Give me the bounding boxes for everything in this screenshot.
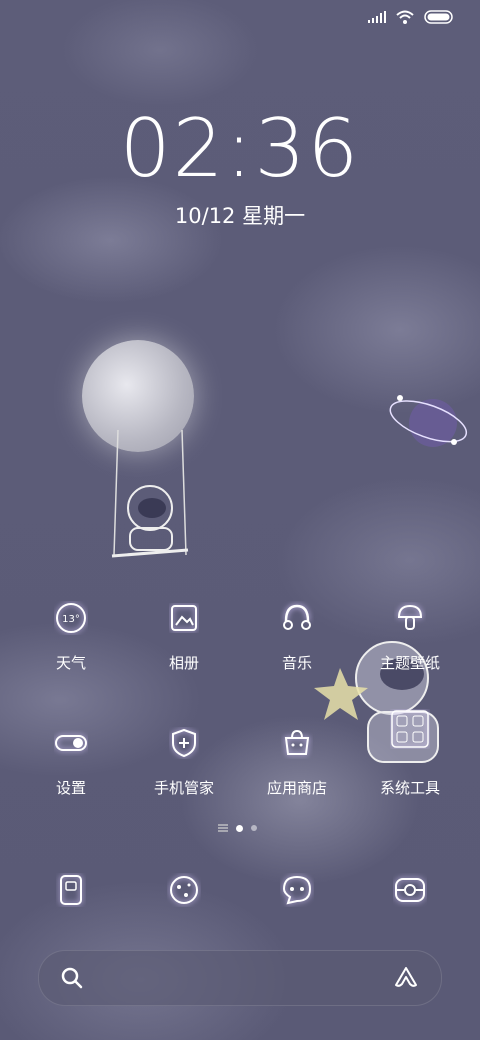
- app-gallery[interactable]: 相册: [129, 598, 239, 673]
- wifi-icon: [396, 10, 414, 24]
- security-icon: [164, 723, 204, 763]
- app-label: 应用商店: [266, 779, 327, 797]
- app-label: 音乐: [281, 654, 312, 672]
- app-label: 相册: [168, 654, 199, 672]
- messages-icon: [282, 875, 312, 905]
- music-icon: [277, 598, 317, 638]
- feed-page-icon: [218, 824, 228, 832]
- lock-clock: 02:36: [119, 102, 361, 195]
- astronaut-swing-illustration: [111, 430, 189, 558]
- app-label: 手机管家: [153, 779, 214, 797]
- status-bar: [368, 10, 454, 24]
- assistant-icon[interactable]: [393, 965, 419, 989]
- settings-icon: [51, 723, 91, 763]
- app-label: 系统工具: [379, 779, 440, 797]
- weather-icon: 13°: [51, 598, 91, 638]
- app-label: 主题壁纸: [379, 654, 440, 672]
- app-weather[interactable]: 13° 天气: [16, 598, 126, 673]
- battery-icon: [424, 10, 453, 24]
- phone-icon: [60, 875, 82, 905]
- themes-icon: [390, 598, 430, 638]
- tools-folder-icon: [390, 710, 430, 763]
- app-store-icon: [277, 723, 317, 763]
- app-store[interactable]: 应用商店: [242, 723, 352, 798]
- weather-temp: 13°: [62, 614, 80, 625]
- planet-illustration: [389, 395, 468, 447]
- signal-icon: [368, 11, 386, 23]
- app-themes[interactable]: 主题壁纸: [355, 598, 465, 673]
- search-bar[interactable]: [38, 950, 442, 1006]
- lock-date: 10/12 星期一: [174, 204, 306, 228]
- search-icon[interactable]: [61, 967, 83, 989]
- page-indicator[interactable]: [218, 824, 257, 832]
- folder-system-tools[interactable]: 系统工具: [355, 710, 465, 798]
- app-label: 天气: [55, 654, 86, 672]
- app-label: 设置: [55, 779, 86, 797]
- dock-messages[interactable]: [277, 870, 317, 910]
- camera-icon: [395, 878, 425, 902]
- page-dot-active: [236, 824, 243, 832]
- app-music[interactable]: 音乐: [242, 598, 352, 673]
- dock-browser[interactable]: [164, 870, 204, 910]
- gallery-icon: [164, 598, 204, 638]
- page-dot: [251, 825, 257, 831]
- dock-phone[interactable]: [51, 870, 91, 910]
- browser-icon: [170, 876, 198, 904]
- app-security[interactable]: 手机管家: [129, 723, 239, 798]
- app-settings[interactable]: 设置: [16, 723, 126, 798]
- dock-camera[interactable]: [390, 870, 430, 910]
